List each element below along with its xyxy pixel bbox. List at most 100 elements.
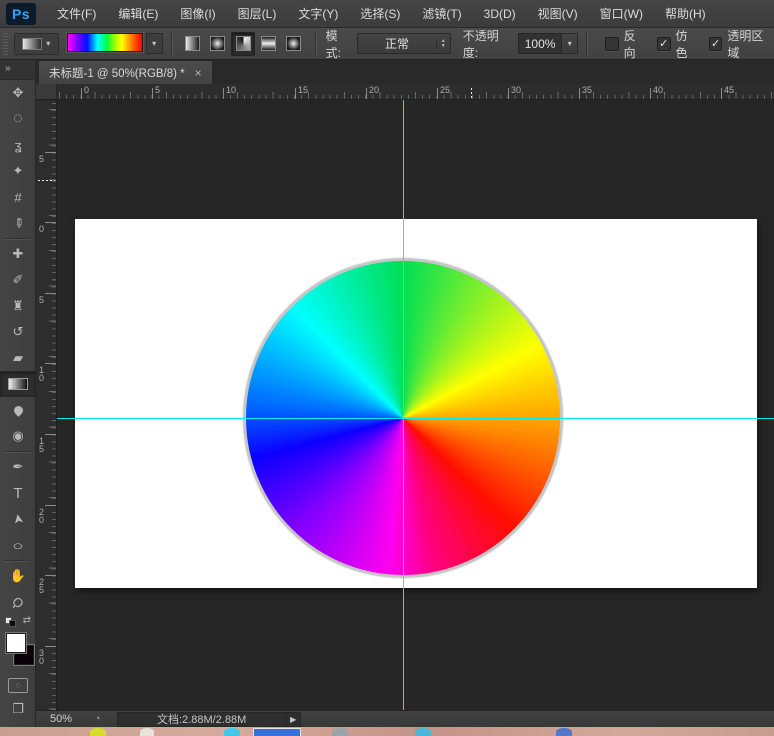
menu-view[interactable]: 视图(V): [527, 0, 589, 28]
brush-icon: ✐: [13, 272, 24, 288]
gradient-tool-icon: [8, 378, 28, 390]
menu-select[interactable]: 选择(S): [349, 0, 411, 28]
canvas-viewport[interactable]: [57, 100, 774, 710]
history-brush-icon: ↺: [13, 324, 24, 340]
gradient-type-radial-button[interactable]: [206, 32, 229, 56]
separator: [315, 32, 316, 56]
toolbar-collapse-button[interactable]: »: [0, 60, 35, 80]
screen-mode-button[interactable]: ❐: [0, 697, 36, 721]
crop-icon: #: [14, 190, 21, 205]
ruler-label: 0: [39, 225, 47, 233]
healing-brush-icon: ✚: [13, 246, 24, 262]
tool-history-brush[interactable]: ↺: [0, 319, 36, 345]
dither-checkbox-group[interactable]: ✓ 仿色: [657, 27, 699, 61]
dodge-icon: ◉: [12, 428, 23, 444]
tool-move[interactable]: ✥: [0, 80, 36, 106]
opacity-dropdown-button[interactable]: ▾: [562, 33, 578, 54]
foreground-color-swatch[interactable]: [6, 633, 26, 653]
ruler-label: 30: [511, 85, 521, 95]
separator: [4, 451, 31, 452]
ruler-label: 20: [369, 85, 379, 95]
reverse-label: 反向: [624, 27, 647, 61]
document-size-field[interactable]: 文档:2.88M/2.88M: [117, 712, 287, 727]
gradient-type-angle-button[interactable]: [231, 32, 254, 56]
vertical-ruler[interactable]: 5 0 5 10 15 20 25 30: [36, 100, 57, 710]
separator: [4, 560, 31, 561]
gradient-picker-button[interactable]: ▾: [146, 33, 163, 54]
menu-image[interactable]: 图像(I): [169, 0, 226, 28]
tool-crop[interactable]: #: [0, 184, 36, 210]
ruler-corner[interactable]: [36, 84, 57, 100]
tool-eyedropper[interactable]: ✏: [0, 210, 36, 236]
tool-blur[interactable]: [0, 397, 36, 423]
gradient-type-diamond-button[interactable]: [282, 32, 305, 56]
vertical-guide[interactable]: [403, 100, 404, 710]
horizontal-guide[interactable]: [57, 418, 774, 419]
tool-options-bar: ▾ ▾ 模式: 正常 ▲▼ 不透明度: 100% ▾ 反向: [0, 28, 774, 60]
reverse-checkbox[interactable]: [605, 37, 619, 51]
tool-dodge[interactable]: ◉: [0, 423, 36, 449]
tool-hand[interactable]: ✋: [0, 563, 36, 589]
ruler-label: 25: [440, 85, 450, 95]
reverse-checkbox-group[interactable]: 反向: [605, 27, 647, 61]
taskbar-icon: [415, 728, 431, 736]
radial-gradient-icon: [210, 36, 225, 51]
sync-status-icon: ◔: [94, 713, 101, 725]
menu-type[interactable]: 文字(Y): [287, 0, 349, 28]
gradient-preview[interactable]: [67, 33, 143, 52]
color-swatches: [0, 631, 35, 673]
blend-mode-select[interactable]: 正常 ▲▼: [357, 33, 450, 54]
transparency-checkbox[interactable]: ✓: [709, 37, 723, 51]
separator: [171, 32, 172, 56]
horizontal-ruler[interactable]: 0 5 10 15 20 25 30 35 40 45: [36, 84, 774, 100]
tool-clone-stamp[interactable]: ♜: [0, 293, 36, 319]
tool-path-selection[interactable]: ➤: [0, 506, 36, 532]
tool-preset-picker[interactable]: ▾: [14, 33, 59, 55]
reflected-gradient-icon: [261, 36, 276, 51]
tool-zoom[interactable]: Ϙ: [0, 589, 36, 615]
menu-filter[interactable]: 滤镜(T): [411, 0, 472, 28]
ellipse-icon: ○: [12, 538, 23, 553]
swap-colors-icon[interactable]: ⇄: [23, 615, 31, 626]
tool-eraser[interactable]: ▰: [0, 345, 36, 371]
dither-checkbox[interactable]: ✓: [657, 37, 671, 51]
tool-quick-selection[interactable]: ✦: [0, 158, 36, 184]
menu-edit[interactable]: 编辑(E): [107, 0, 169, 28]
chevron-down-icon: ▾: [46, 39, 50, 48]
chevron-down-icon: ▾: [152, 39, 156, 48]
quick-mask-button[interactable]: ◌: [0, 673, 36, 697]
transparency-checkbox-group[interactable]: ✓ 透明区域: [709, 27, 774, 61]
tool-gradient[interactable]: [0, 371, 36, 397]
tool-elliptical-marquee[interactable]: ◌: [0, 106, 36, 132]
menu-file[interactable]: 文件(F): [46, 0, 107, 28]
gradient-type-linear-button[interactable]: [181, 32, 204, 56]
type-icon: T: [13, 485, 22, 502]
opacity-input[interactable]: 100%: [518, 33, 563, 54]
tool-type[interactable]: T: [0, 480, 36, 506]
menu-layer[interactable]: 图层(L): [227, 0, 288, 28]
quick-mask-icon: ◌: [15, 680, 20, 690]
options-grip[interactable]: [3, 33, 8, 55]
eyedropper-icon: ✏: [10, 218, 26, 229]
ruler-label: 30: [39, 649, 47, 665]
gradient-type-reflected-button[interactable]: [257, 32, 280, 56]
status-flyout-button[interactable]: ▶: [287, 712, 301, 727]
ruler-label: 25: [39, 578, 47, 594]
menu-3d[interactable]: 3D(D): [473, 0, 527, 28]
zoom-level-field[interactable]: 50%: [50, 713, 94, 725]
blend-mode-value: 正常: [358, 35, 435, 52]
hand-icon: ✋: [10, 568, 26, 584]
tool-pen[interactable]: ✒: [0, 454, 36, 480]
document-tab[interactable]: 未标题-1 @ 50%(RGB/8) * ×: [38, 60, 213, 84]
tool-healing-brush[interactable]: ✚: [0, 241, 36, 267]
default-colors-icon[interactable]: [5, 617, 16, 627]
tool-brush[interactable]: ✐: [0, 267, 36, 293]
quick-selection-icon: ✦: [13, 163, 24, 179]
menu-help[interactable]: 帮助(H): [654, 0, 717, 28]
photoshop-window: Ps 文件(F) 编辑(E) 图像(I) 图层(L) 文字(Y) 选择(S) 滤…: [0, 0, 774, 736]
tool-lasso[interactable]: ʓ: [0, 132, 36, 158]
close-icon[interactable]: ×: [195, 66, 202, 80]
taskbar-icon: [253, 728, 301, 736]
menu-window[interactable]: 窗口(W): [589, 0, 654, 28]
tool-ellipse[interactable]: ○: [0, 532, 36, 558]
